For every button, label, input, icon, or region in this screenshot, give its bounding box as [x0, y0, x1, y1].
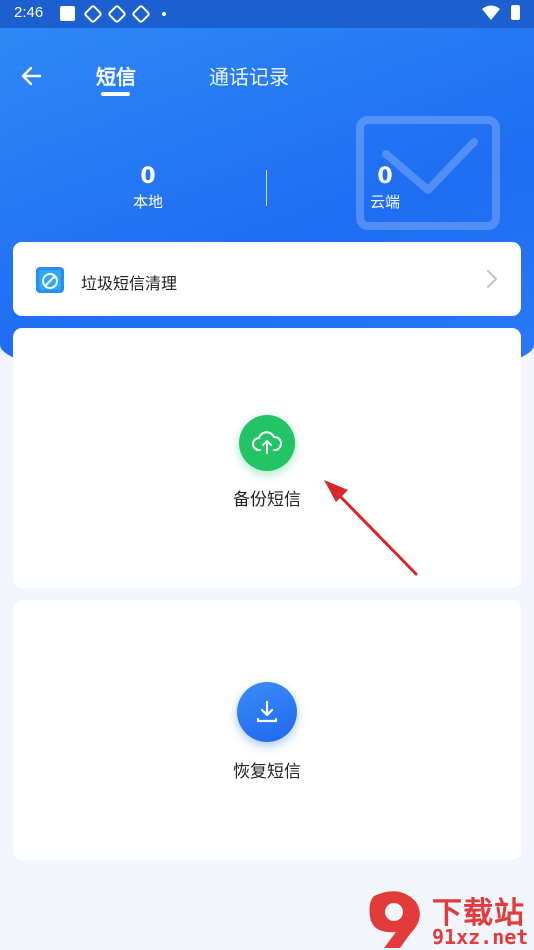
restore-sms-button[interactable]	[237, 682, 297, 742]
notification-icon	[60, 6, 75, 21]
restore-sms-card[interactable]: 恢复短信	[13, 600, 521, 860]
backup-sms-button[interactable]	[239, 415, 295, 471]
stats-divider	[266, 170, 267, 206]
tab-sms[interactable]: 短信	[96, 61, 136, 90]
spam-cleanup-row[interactable]: 垃圾短信清理	[13, 242, 521, 316]
cloud-count: 0 云端	[335, 164, 435, 212]
tab-indicator	[101, 92, 130, 96]
cloud-count-value: 0	[377, 164, 393, 189]
spam-cleanup-label: 垃圾短信清理	[81, 274, 178, 293]
download-icon	[256, 700, 278, 723]
notification-icon	[83, 4, 103, 24]
local-count-value: 0	[140, 164, 156, 189]
tab-call-log[interactable]: 通话记录	[209, 61, 289, 90]
local-count: 0 本地	[98, 164, 198, 212]
notification-icon	[107, 4, 127, 24]
status-bar: 2:46	[0, 0, 534, 28]
watermark-url: 91xz.net	[432, 925, 529, 949]
spam-clean-icon	[36, 267, 64, 293]
local-count-label: 本地	[132, 193, 163, 211]
restore-sms-label: 恢复短信	[233, 762, 301, 782]
chevron-right-icon	[487, 270, 497, 288]
back-arrow-icon[interactable]	[18, 62, 46, 90]
wifi-icon	[482, 5, 500, 20]
cloud-count-label: 云端	[369, 193, 400, 211]
backup-sms-card[interactable]: 备份短信	[13, 328, 521, 588]
annotation-arrow-icon	[324, 480, 418, 576]
cloud-upload-icon	[252, 431, 282, 454]
more-notifications-icon	[162, 12, 166, 16]
notification-icon	[131, 4, 151, 24]
status-time: 2:46	[14, 4, 44, 21]
battery-icon	[511, 5, 520, 20]
backup-sms-label: 备份短信	[233, 490, 301, 510]
